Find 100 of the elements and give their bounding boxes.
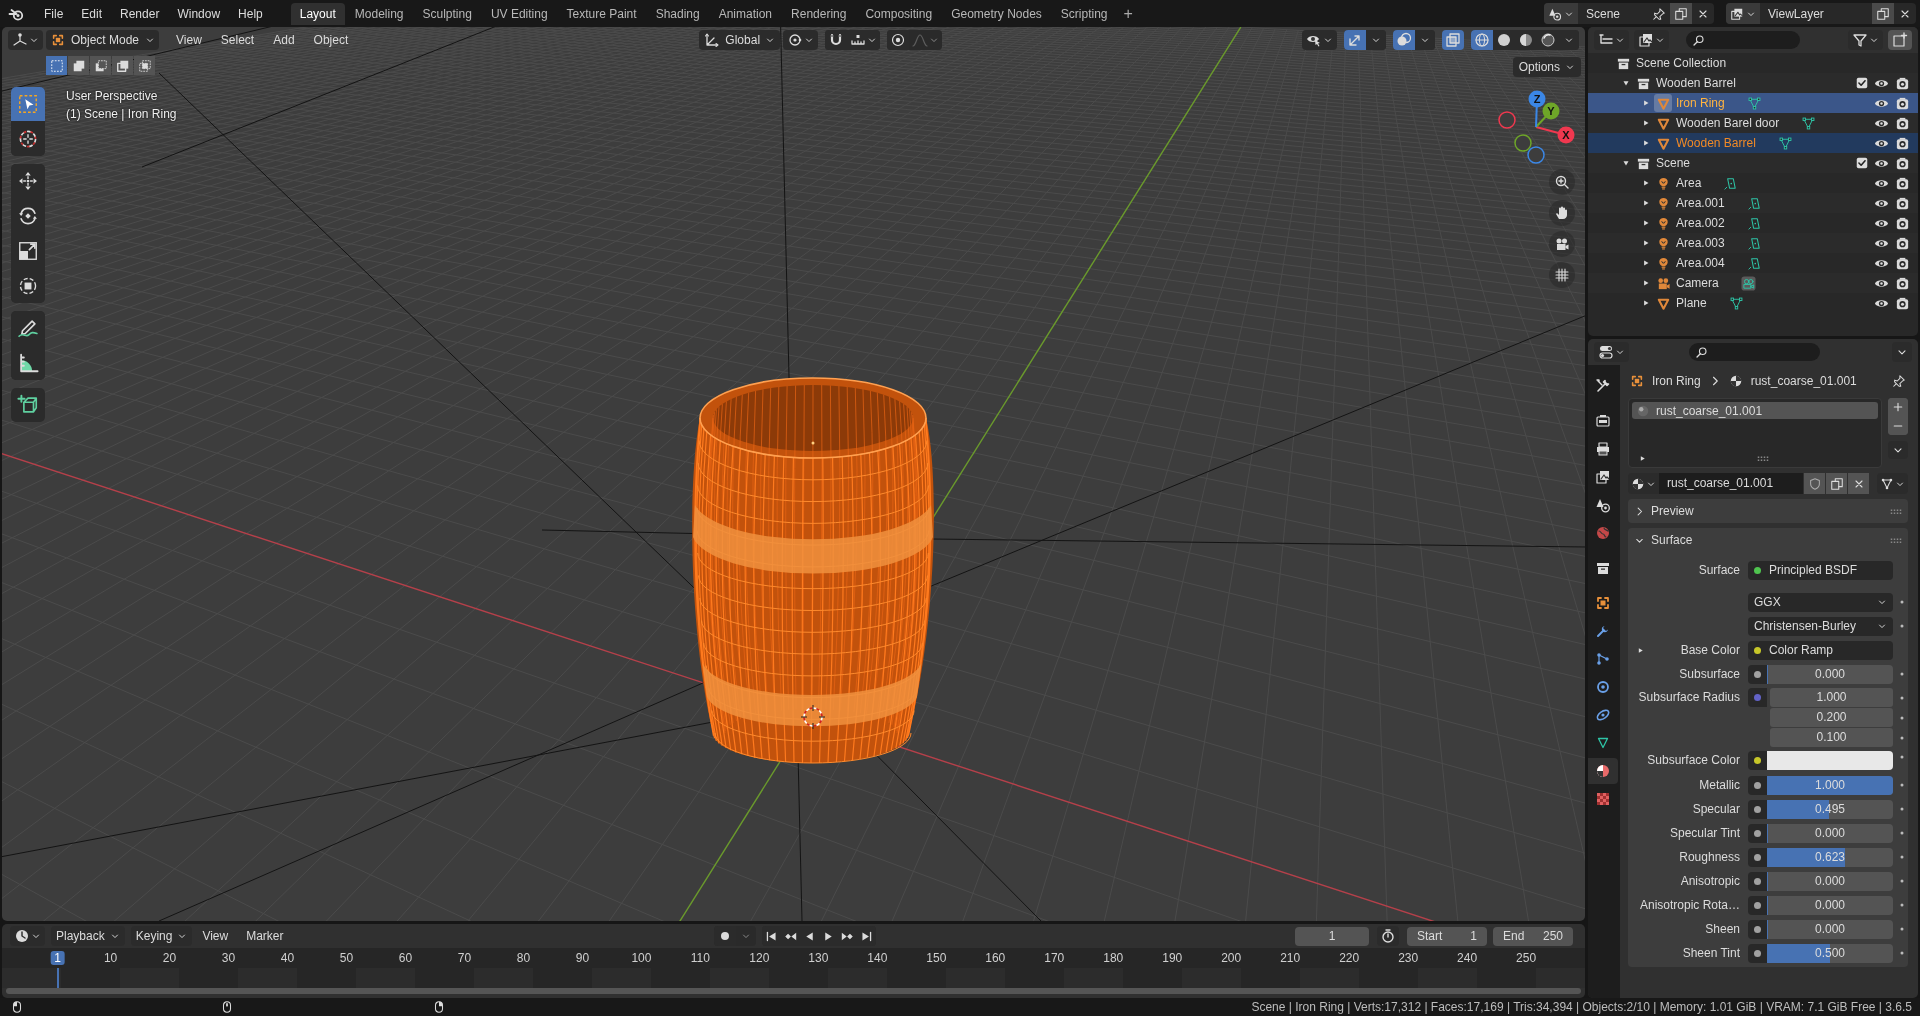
- menu-item[interactable]: File: [36, 3, 72, 24]
- outliner-row[interactable]: Iron Ring: [1588, 93, 1918, 113]
- frame-number: 70: [456, 951, 473, 965]
- linked-node-field[interactable]: Principled BSDF: [1748, 560, 1893, 580]
- outliner-row[interactable]: Scene Collection: [1588, 53, 1918, 73]
- outliner-item-label: Camera: [1676, 276, 1719, 290]
- frame-number: 90: [574, 951, 591, 965]
- menu-item[interactable]: View: [194, 926, 237, 946]
- mode-dropdown[interactable]: Object Mode: [46, 30, 160, 50]
- outliner-item-label: Scene: [1656, 156, 1691, 170]
- outliner-row[interactable]: Plane: [1588, 293, 1918, 313]
- frame-number: 60: [397, 951, 414, 965]
- workspace-tab[interactable]: Shading: [646, 2, 709, 25]
- frame-number: 140: [866, 951, 889, 965]
- value-slider[interactable]: 0.000: [1767, 895, 1893, 915]
- frame-number: 160: [984, 951, 1007, 965]
- value-slider[interactable]: 0.000: [1767, 823, 1893, 843]
- axis-button[interactable]: X: [1535, 126, 1575, 144]
- value-slider[interactable]: 0.500: [1767, 943, 1893, 963]
- workspace-tab[interactable]: UV Editing: [481, 2, 557, 25]
- workspace-tab[interactable]: Layout: [290, 2, 345, 25]
- add-workspace-button[interactable]: +: [1117, 4, 1139, 23]
- viewport-info-text: User Perspective: [66, 88, 159, 105]
- frame-number: 250: [1515, 951, 1538, 965]
- field-label: Anisotropic Rota…: [1639, 898, 1740, 912]
- frame-number: 180: [1102, 951, 1125, 965]
- field-label: Metallic: [1699, 778, 1740, 792]
- frame-number: 170: [1043, 951, 1066, 965]
- field-label: Anisotropic: [1680, 874, 1740, 888]
- panel-header[interactable]: Preview: [1628, 499, 1908, 523]
- field-label: Surface: [1698, 563, 1740, 577]
- field-label: Sheen: [1705, 922, 1740, 936]
- workspace-tab[interactable]: Compositing: [856, 2, 942, 25]
- workspace-tab[interactable]: Modeling: [345, 2, 413, 25]
- outliner-item-label: Scene Collection: [1636, 56, 1727, 70]
- workspace-tab[interactable]: Animation: [709, 2, 782, 25]
- panel-header[interactable]: Surface: [1628, 528, 1908, 552]
- outliner-item-label: Wooden Barrel: [1656, 76, 1736, 90]
- viewport-info-text: (1) Scene | Iron Ring: [66, 106, 177, 123]
- outliner-item-label: Area.004: [1676, 256, 1725, 270]
- field-label: Base Color: [1680, 643, 1740, 657]
- outliner-item-label: Iron Ring: [1676, 96, 1725, 110]
- menu-item[interactable]: Help: [230, 3, 271, 24]
- vector-component-field[interactable]: 1.000: [1770, 688, 1893, 707]
- options-dropdown[interactable]: Options: [1512, 57, 1581, 77]
- current-frame-field[interactable]: 1: [1295, 926, 1369, 946]
- frame-number: 100: [630, 951, 653, 965]
- frame-number: 20: [161, 951, 178, 965]
- menu-item[interactable]: Marker: [238, 926, 292, 946]
- status-bar-text: Scene | Iron Ring | Verts:17,312 | Faces:17,169 | Tris:34,394 | Objects:2/10 | Memory: 1.01 GiB | VRAM: 7.1 GiB Free | 3.6.5: [1251, 1000, 1912, 1014]
- end-frame-field[interactable]: End 250: [1493, 926, 1573, 946]
- frame-number: 130: [807, 951, 830, 965]
- dropdown[interactable]: Christensen-Burley: [1748, 616, 1893, 636]
- workspace-tab[interactable]: Texture Paint: [557, 2, 646, 25]
- orientation-dropdown[interactable]: Global: [699, 30, 781, 50]
- axis-button[interactable]: Z: [1528, 90, 1546, 128]
- field-label: Subsurface: [1679, 667, 1740, 681]
- vector-component-field[interactable]: 0.200: [1770, 708, 1893, 727]
- outliner-row[interactable]: Area.002: [1588, 213, 1918, 233]
- workspace-tab[interactable]: Rendering: [782, 2, 856, 25]
- material-name-field[interactable]: rust_coarse_01.001: [1659, 473, 1803, 494]
- workspace-tab[interactable]: Geometry Nodes: [942, 2, 1051, 25]
- menu-item[interactable]: Object: [305, 30, 357, 50]
- material-slot-item[interactable]: rust_coarse_01.001: [1632, 402, 1878, 419]
- value-slider[interactable]: 1.000: [1767, 775, 1893, 795]
- menu-item[interactable]: Edit: [73, 3, 111, 24]
- menu-dropdown[interactable]: Playback: [51, 926, 125, 946]
- frame-number: 150: [925, 951, 948, 965]
- outliner-row[interactable]: Wooden Barrel: [1588, 133, 1918, 153]
- breadcrumb-object: Iron Ring: [1652, 374, 1701, 388]
- field-label: Sheen Tint: [1682, 946, 1740, 960]
- frame-number: 200: [1220, 951, 1243, 965]
- menu-item[interactable]: Window: [169, 3, 229, 24]
- frame-number: 30: [220, 951, 237, 965]
- frame-number: 120: [748, 951, 771, 965]
- frame-number: 10: [102, 951, 119, 965]
- menu-item[interactable]: Render: [112, 3, 168, 24]
- linked-node-field[interactable]: Color Ramp: [1748, 640, 1893, 660]
- value-slider[interactable]: 0.623: [1767, 847, 1893, 867]
- value-slider[interactable]: 0.000: [1767, 871, 1893, 891]
- field-label: Specular: [1692, 802, 1740, 816]
- menu-item[interactable]: View: [168, 30, 210, 50]
- frame-number: 80: [515, 951, 532, 965]
- menu-item[interactable]: Add: [265, 30, 303, 50]
- menu-item[interactable]: Select: [212, 30, 263, 50]
- outliner-row[interactable]: Area.004: [1588, 253, 1918, 273]
- dropdown[interactable]: GGX: [1748, 592, 1893, 612]
- menu-dropdown[interactable]: Keying: [130, 926, 193, 946]
- outliner-row[interactable]: Area: [1588, 173, 1918, 193]
- outliner-item-label: Area.003: [1676, 236, 1725, 250]
- frame-number: 240: [1456, 951, 1479, 965]
- start-frame-field[interactable]: Start 1: [1407, 926, 1487, 946]
- frame-number: 50: [338, 951, 355, 965]
- frame-number: 110: [689, 951, 711, 965]
- value-slider[interactable]: 0.000: [1767, 919, 1893, 939]
- value-slider[interactable]: 0.000: [1767, 664, 1893, 684]
- workspace-tab[interactable]: Scripting: [1051, 2, 1117, 25]
- vector-component-field[interactable]: 0.100: [1770, 728, 1893, 747]
- frame-number: 220: [1338, 951, 1361, 965]
- workspace-tab[interactable]: Sculpting: [413, 2, 481, 25]
